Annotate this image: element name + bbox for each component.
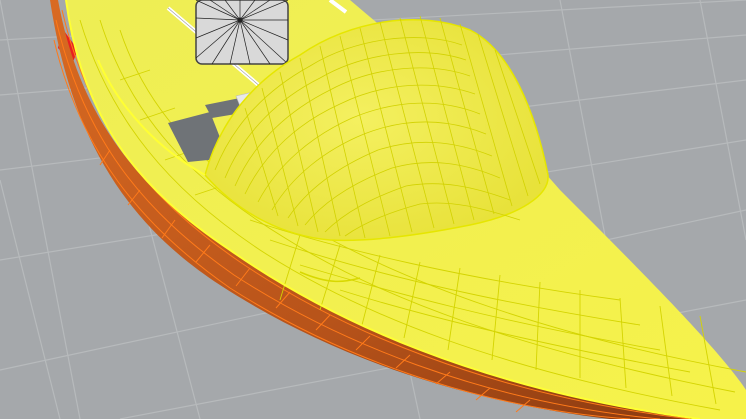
3d-viewport[interactable] xyxy=(0,0,746,419)
starburst-hatch-icon xyxy=(195,0,289,65)
